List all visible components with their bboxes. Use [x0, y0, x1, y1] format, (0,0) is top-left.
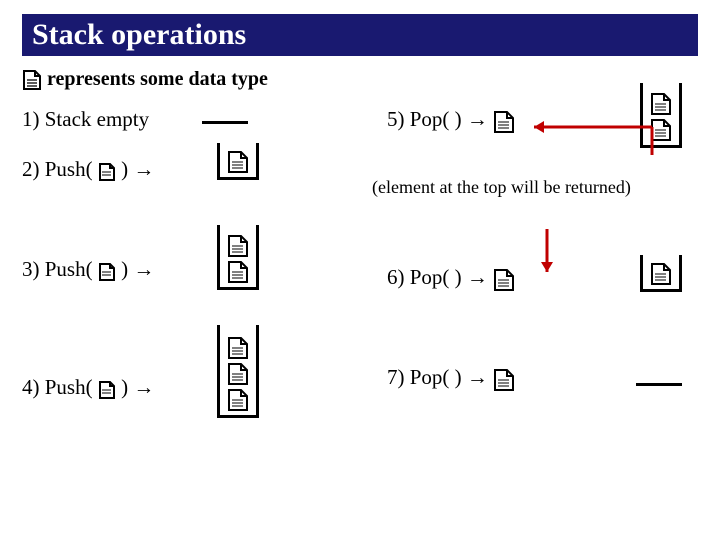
doc-icon: [22, 69, 42, 91]
step-4-label: 4) Push( ) →: [22, 375, 154, 399]
stack-state-2: [217, 143, 259, 180]
step-6-label: 6) Pop( ) →: [387, 265, 515, 289]
doc-icon: [650, 262, 672, 286]
doc-icon: [227, 336, 249, 360]
return-arrow-icon: [522, 115, 662, 161]
stack-state-4: [217, 325, 259, 418]
step-3-label: 3) Push( ) →: [22, 257, 154, 281]
doc-icon: [227, 388, 249, 412]
stack-empty-7: [636, 375, 682, 393]
doc-icon: [227, 260, 249, 284]
step-2-label: 2) Push( ) →: [22, 157, 154, 181]
step-1-label: 1) Stack empty: [22, 107, 149, 131]
note-text: (element at the top will be returned): [372, 177, 631, 198]
doc-icon: [227, 362, 249, 386]
return-arrow-icon: [522, 217, 572, 277]
stack-state-6: [640, 255, 682, 292]
doc-icon: [98, 380, 116, 400]
doc-icon: [227, 234, 249, 258]
legend: represents some data type: [22, 68, 698, 91]
step-5-label: 5) Pop( ) →: [387, 107, 515, 131]
doc-icon: [227, 150, 249, 174]
stack-empty-1: [202, 113, 248, 131]
doc-icon: [493, 268, 515, 292]
doc-icon: [493, 368, 515, 392]
legend-text: represents some data type: [47, 68, 268, 90]
doc-icon: [98, 162, 116, 182]
doc-icon: [493, 110, 515, 134]
doc-icon: [650, 92, 672, 116]
doc-icon: [98, 262, 116, 282]
slide-title: Stack operations: [22, 14, 698, 56]
stack-state-3: [217, 225, 259, 290]
step-7-label: 7) Pop( ) →: [387, 365, 515, 389]
